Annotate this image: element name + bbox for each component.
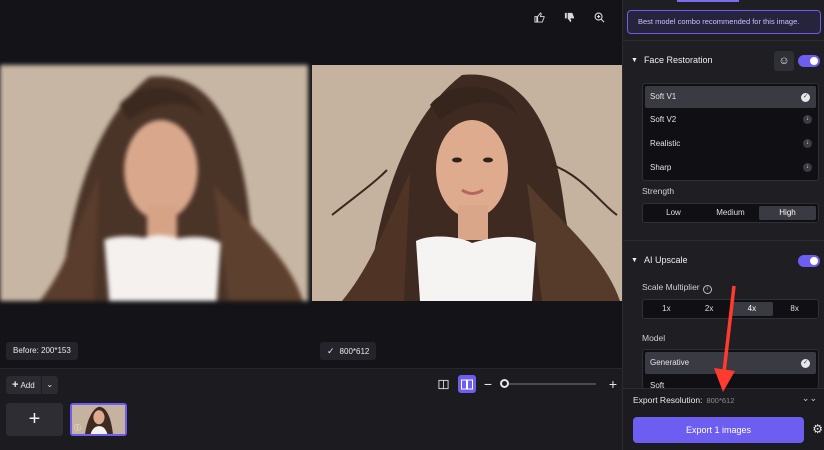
check-icon: ✓: [327, 346, 335, 356]
before-image: [0, 65, 308, 301]
face-model-option-sharp[interactable]: Sharp ↓: [643, 156, 818, 180]
export-button[interactable]: Export 1 images: [633, 417, 804, 443]
image-thumbnail[interactable]: ⓘ: [70, 403, 127, 436]
face-restoration-title: Face Restoration: [643, 55, 713, 65]
download-icon[interactable]: ↓: [803, 139, 812, 148]
face-restoration-toggle[interactable]: [798, 55, 820, 67]
thumbs-down-icon[interactable]: [560, 8, 578, 26]
export-resolution-label: Export Resolution:: [633, 395, 703, 405]
export-bar: Export Resolution: 800*612 ⌄⌄ Export 1 im…: [623, 388, 824, 450]
scale-option-8x[interactable]: 8x: [773, 302, 816, 316]
scale-option-1x[interactable]: 1x: [645, 302, 688, 316]
view-tools: − +: [434, 375, 620, 393]
scale-option-2x[interactable]: 2x: [688, 302, 731, 316]
strength-option-low[interactable]: Low: [645, 206, 702, 220]
ai-upscale-toggle[interactable]: [798, 255, 820, 267]
active-tab-indicator: [677, 0, 739, 2]
scale-multiplier-selector: 1x 2x 4x 8x: [642, 299, 819, 319]
scale-multiplier-label: Scale Multiplier i: [642, 282, 712, 294]
face-model-option-realistic[interactable]: Realistic ↓: [643, 132, 818, 156]
image-viewer: Before: 200*153 ✓ 800*612: [0, 0, 622, 368]
recommendation-text: Best model combo recommended for this im…: [638, 17, 800, 26]
check-circle-icon: ✓: [801, 93, 810, 102]
add-image-tile[interactable]: +: [6, 403, 63, 436]
caret-down-icon: ▼: [631, 256, 638, 264]
double-chevron-down-icon[interactable]: ⌄⌄: [802, 393, 817, 404]
download-icon[interactable]: ↓: [803, 163, 812, 172]
export-resolution-value: 800*612: [706, 396, 735, 405]
settings-panel: Best model combo recommended for this im…: [622, 0, 824, 450]
option-label: Sharp: [650, 163, 672, 172]
chevron-down-icon[interactable]: ⌄: [42, 376, 58, 394]
caret-down-icon: ▼: [631, 56, 638, 64]
option-label: Soft V2: [650, 115, 677, 124]
add-image-button[interactable]: + Add ⌄: [6, 376, 58, 394]
split-view-icon[interactable]: [434, 375, 452, 393]
scale-multiplier-text: Scale Multiplier: [642, 282, 700, 292]
ai-upscale-header[interactable]: ▼ AI Upscale: [631, 255, 687, 265]
strength-selector: Low Medium High: [642, 203, 819, 223]
strength-label: Strength: [642, 186, 675, 196]
bottom-bar: + Add ⌄ + ⓘ − +: [0, 368, 622, 450]
plus-icon: +: [12, 379, 19, 391]
model-label: Model: [642, 333, 666, 343]
strength-option-medium[interactable]: Medium: [702, 206, 759, 220]
after-resolution-tag: ✓ 800*612: [320, 342, 377, 360]
upscale-model-list: Generative ✓ Soft: [642, 349, 819, 389]
thumbs-up-icon[interactable]: [530, 8, 548, 26]
before-resolution-label: Before: 200*153: [13, 346, 71, 355]
add-button-label: Add: [20, 381, 35, 390]
face-model-option-soft-v1[interactable]: Soft V1 ✓: [645, 86, 816, 108]
download-icon[interactable]: ↓: [803, 115, 812, 124]
side-by-side-view-icon[interactable]: [458, 375, 476, 393]
plus-icon: +: [28, 408, 41, 430]
app-window: Before: 200*153 ✓ 800*612 + Add ⌄ + ⓘ − …: [0, 0, 824, 450]
scale-option-4x[interactable]: 4x: [730, 302, 774, 316]
upscale-model-option-soft[interactable]: Soft: [643, 374, 818, 388]
ai-upscale-title: AI Upscale: [643, 255, 688, 265]
zoom-slider[interactable]: [500, 379, 596, 388]
before-resolution-tag: Before: 200*153: [6, 342, 78, 360]
check-circle-icon: ✓: [801, 359, 810, 368]
divider: [623, 240, 824, 241]
option-label: Generative: [650, 358, 690, 367]
option-label: Soft V1: [650, 92, 677, 101]
info-icon[interactable]: i: [702, 285, 712, 294]
info-icon: ⓘ: [74, 425, 81, 432]
face-model-option-soft-v2[interactable]: Soft V2 ↓: [643, 108, 818, 132]
recommendation-banner: Best model combo recommended for this im…: [627, 10, 821, 34]
upscale-model-option-generative[interactable]: Generative ✓: [645, 352, 816, 374]
face-model-list: Soft V1 ✓ Soft V2 ↓ Realistic ↓ Sharp ↓: [642, 83, 819, 181]
zoom-out-icon[interactable]: −: [482, 376, 494, 392]
zoom-slider-knob[interactable]: [500, 379, 509, 388]
face-restoration-header[interactable]: ▼ Face Restoration: [631, 55, 712, 65]
after-image: [312, 65, 622, 301]
viewer-toolbar: [530, 8, 608, 26]
export-resolution: Export Resolution: 800*612: [633, 395, 734, 405]
zoom-in-icon[interactable]: [590, 8, 608, 26]
strength-option-high[interactable]: High: [759, 206, 816, 220]
option-label: Realistic: [650, 139, 681, 148]
gear-icon[interactable]: ⚙: [812, 422, 823, 436]
zoom-in-plus-icon[interactable]: +: [606, 376, 620, 392]
add-button-main[interactable]: + Add: [6, 376, 42, 394]
after-resolution-label: 800*612: [339, 347, 370, 356]
face-icon[interactable]: ☺: [774, 51, 794, 71]
divider: [623, 40, 824, 41]
